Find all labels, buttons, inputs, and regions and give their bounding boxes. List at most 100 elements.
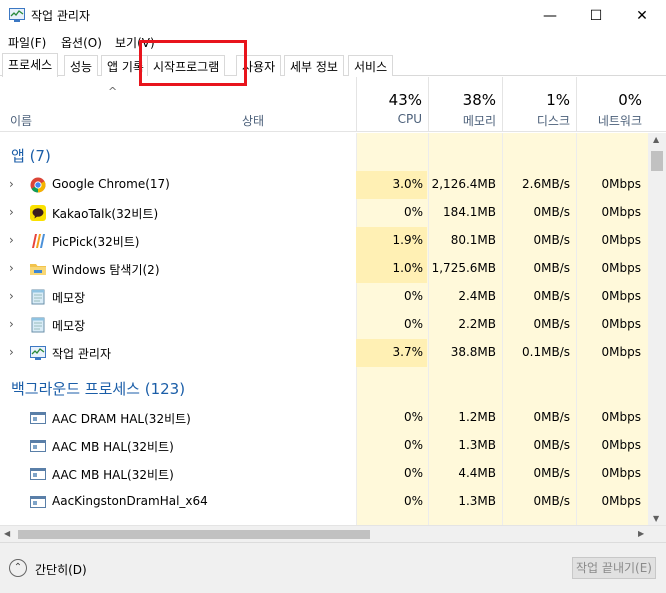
column-status[interactable]: 상태: [242, 112, 264, 129]
tab-app-history[interactable]: 앱 기록: [101, 55, 150, 76]
process-name: Windows 탐색기(2): [52, 263, 160, 277]
disk-percent: 1%: [546, 91, 570, 109]
group-apps[interactable]: 앱 (7): [11, 145, 51, 166]
memory-label: 메모리: [462, 114, 496, 128]
column-disk[interactable]: 1% 디스크: [502, 77, 576, 132]
table-row[interactable]: › KakaoTalk(32비트) 0% 184.1MB 0MB/s 0Mbps: [0, 199, 648, 227]
cpu-value: 0%: [403, 466, 423, 480]
vertical-scroll-thumb[interactable]: [651, 151, 663, 171]
table-row[interactable]: › Windows 탐색기(2) 1.0% 1,725.6MB 0MB/s 0M…: [0, 255, 648, 283]
process-name: 메모장: [52, 291, 86, 305]
process-name: 작업 관리자: [52, 347, 112, 361]
column-network[interactable]: 0% 네트워크: [576, 77, 648, 132]
disk-value: 2.6MB/s: [522, 177, 570, 191]
disk-value: 0MB/s: [533, 261, 570, 275]
network-value: 0Mbps: [601, 177, 641, 191]
cpu-value: 0%: [403, 289, 423, 303]
table-row[interactable]: AAC MB HAL(32비트) 0% 1.3MB 0MB/s 0Mbps: [0, 432, 648, 460]
network-value: 0Mbps: [601, 494, 641, 508]
expand-chevron-icon[interactable]: ›: [9, 345, 14, 359]
network-value: 0Mbps: [601, 233, 641, 247]
fewer-details-link[interactable]: 간단히(D): [35, 561, 87, 578]
memory-percent: 38%: [462, 91, 496, 109]
notepad-icon: [31, 317, 45, 333]
table-row[interactable]: AacKingstonDramHal_x64 0% 1.3MB 0MB/s 0M…: [0, 488, 648, 516]
process-name: AAC DRAM HAL(32비트): [52, 412, 191, 426]
table-row[interactable]: › 작업 관리자 3.7% 38.8MB 0.1MB/s 0Mbps: [0, 339, 648, 367]
kakaotalk-icon: [30, 205, 46, 221]
close-button[interactable]: ✕: [619, 0, 665, 31]
taskmgr-icon: [30, 346, 46, 360]
minimize-button[interactable]: —: [527, 0, 573, 31]
column-cpu[interactable]: 43% CPU: [356, 77, 428, 132]
vertical-scrollbar[interactable]: ▲ ▼: [648, 133, 666, 525]
cpu-value: 3.0%: [392, 177, 424, 191]
process-name: Google Chrome(17): [52, 177, 170, 191]
table-row[interactable]: › Google Chrome(17) 3.0% 2,126.4MB 2.6MB…: [0, 171, 648, 199]
memory-value: 1,725.6MB: [431, 261, 496, 275]
column-memory[interactable]: 38% 메모리: [428, 77, 502, 132]
menu-bar: 파일(F) 옵션(O) 보기(V): [0, 31, 666, 53]
expand-chevron-icon[interactable]: ›: [9, 289, 14, 303]
process-name: AacKingstonDramHal_x64: [52, 494, 208, 508]
task-manager-icon: [9, 8, 25, 22]
column-name[interactable]: 이름: [10, 112, 32, 129]
table-row[interactable]: AAC MB HAL(32비트) 0% 4.4MB 0MB/s 0Mbps: [0, 460, 648, 488]
network-value: 0Mbps: [601, 289, 641, 303]
expand-chevron-icon[interactable]: ›: [9, 177, 14, 191]
tab-performance[interactable]: 성능: [64, 55, 99, 76]
table-row[interactable]: › 메모장 0% 2.4MB 0MB/s 0Mbps: [0, 283, 648, 311]
column-header: ^ 이름 상태 43% CPU 38% 메모리 1% 디스크 0% 네트워크: [0, 77, 666, 132]
service-icon: [30, 412, 46, 424]
horizontal-scroll-thumb[interactable]: [18, 530, 370, 539]
expand-chevron-icon[interactable]: ›: [9, 233, 14, 247]
table-row[interactable]: › 메모장 0% 2.2MB 0MB/s 0Mbps: [0, 311, 648, 339]
tab-bar: 프로세스 성능 앱 기록 시작프로그램 사용자 세부 정보 서비스: [0, 53, 666, 77]
disk-value: 0MB/s: [533, 438, 570, 452]
scroll-right-icon[interactable]: ▶: [638, 529, 644, 538]
memory-value: 4.4MB: [458, 466, 496, 480]
horizontal-scrollbar[interactable]: ◀ ▶: [0, 525, 666, 542]
footer-bar: ⌃ 간단히(D) 작업 끝내기(E): [0, 542, 666, 593]
sort-arrow-icon[interactable]: ^: [108, 85, 117, 98]
notepad-icon: [31, 289, 45, 305]
process-list[interactable]: 앱 (7) › Google Chrome(17) 3.0% 2,126.4MB…: [0, 133, 648, 525]
menu-view[interactable]: 보기(V): [115, 34, 155, 51]
scroll-left-icon[interactable]: ◀: [4, 529, 10, 538]
cpu-value: 1.0%: [392, 261, 424, 275]
tab-services[interactable]: 서비스: [348, 55, 394, 76]
cpu-value: 0%: [403, 494, 423, 508]
scroll-down-icon[interactable]: ▼: [653, 514, 659, 523]
expand-chevron-icon[interactable]: ›: [9, 261, 14, 275]
network-value: 0Mbps: [601, 261, 641, 275]
process-name: KakaoTalk(32비트): [52, 207, 159, 221]
picpick-icon: [32, 234, 45, 248]
memory-value: 2.2MB: [458, 317, 496, 331]
menu-options[interactable]: 옵션(O): [61, 34, 102, 51]
tab-startup[interactable]: 시작프로그램: [147, 55, 226, 76]
cpu-percent: 43%: [388, 91, 422, 109]
process-name: 메모장: [52, 319, 86, 333]
menu-file[interactable]: 파일(F): [8, 34, 46, 51]
chrome-icon: [30, 177, 46, 193]
memory-value: 2,126.4MB: [431, 177, 496, 191]
end-task-button[interactable]: 작업 끝내기(E): [572, 557, 656, 579]
group-background[interactable]: 백그라운드 프로세스 (123): [11, 378, 185, 399]
scroll-up-icon[interactable]: ▲: [653, 135, 659, 144]
disk-value: 0MB/s: [533, 317, 570, 331]
table-row[interactable]: AAC DRAM HAL(32비트) 0% 1.2MB 0MB/s 0Mbps: [0, 404, 648, 432]
cpu-label: CPU: [397, 112, 422, 126]
tab-processes[interactable]: 프로세스: [2, 53, 59, 77]
cpu-value: 0%: [403, 410, 423, 424]
tab-users[interactable]: 사용자: [236, 55, 282, 76]
collapse-chevron-icon[interactable]: ⌃: [9, 559, 27, 577]
expand-chevron-icon[interactable]: ›: [9, 205, 14, 219]
maximize-button[interactable]: ☐: [573, 0, 619, 31]
network-value: 0Mbps: [601, 410, 641, 424]
network-value: 0Mbps: [601, 205, 641, 219]
expand-chevron-icon[interactable]: ›: [9, 317, 14, 331]
table-row[interactable]: › PicPick(32비트) 1.9% 80.1MB 0MB/s 0Mbps: [0, 227, 648, 255]
cpu-value: 0%: [403, 317, 423, 331]
tab-details[interactable]: 세부 정보: [284, 55, 344, 76]
process-name: PicPick(32비트): [52, 235, 140, 249]
